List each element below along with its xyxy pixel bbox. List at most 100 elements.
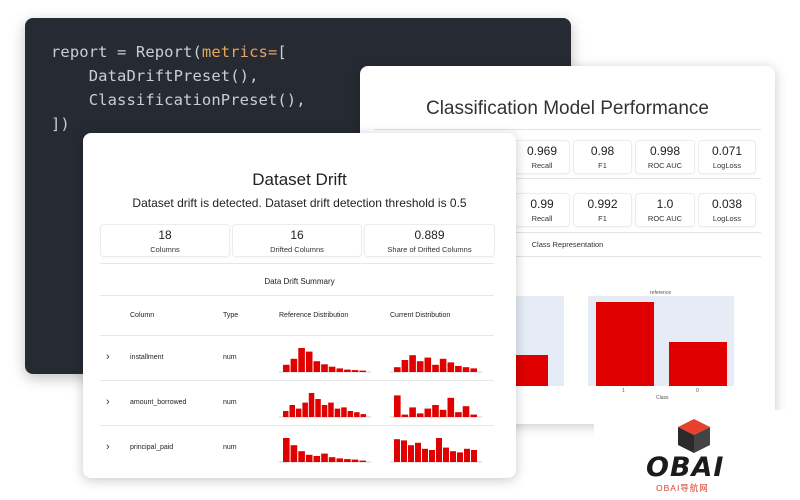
histogram-bar [283,364,290,372]
current-distribution-chart [390,345,482,373]
metric-recall-reference: 0.99 Recall [515,194,569,226]
histogram-bar [347,411,354,417]
histogram-bar [289,405,295,417]
histogram-svg [390,395,482,418]
histogram-bar [305,351,313,372]
histogram-bar [283,411,289,417]
histogram-bar [302,402,308,417]
drift-title: Dataset Drift [252,170,347,189]
histogram-bar [344,369,351,372]
histogram-bar [471,450,477,462]
histogram-bar [424,408,432,417]
histogram-bar [341,407,347,417]
histogram-bar [447,397,455,417]
histogram-bar [416,413,424,417]
row-column-name: installment [130,354,164,361]
metric-recall-current: 0.969 Recall [515,141,569,173]
row-type: num [223,444,237,451]
header-current-distribution: Current Distribution [390,312,451,319]
reference-distribution-chart [279,390,371,418]
code-line-3: ClassificationPreset(), [51,91,306,109]
counter-share-drifted: 0.889 Share of Drifted Columns [365,225,494,256]
code-line-2: DataDriftPreset(), [51,67,259,85]
row-column-name: principal_paid [130,444,174,451]
watermark-subtext: OBAI导航网 [656,483,709,493]
histogram-bar [455,366,462,372]
histogram-bar [308,393,315,417]
histogram-bar [321,405,328,417]
expand-chevron-icon[interactable]: › [106,396,110,408]
divider [374,129,761,130]
metric-logloss-current: 0.071 LogLoss [699,141,755,173]
current-class-bar [515,355,548,386]
histogram-bar [401,414,409,417]
histogram-bar [334,408,341,417]
divider [100,263,494,264]
histogram-bar [328,366,336,372]
histogram-bar [359,460,366,462]
histogram-bar [424,357,432,372]
histogram-svg [390,438,482,463]
histogram-bar [415,442,421,462]
histogram-bar [295,408,302,417]
reference-tick-0: 0 [696,388,699,394]
histogram-bar [328,402,334,417]
expand-chevron-icon[interactable]: › [106,441,110,453]
histogram-bar [328,457,336,462]
histogram-bar [409,407,416,417]
histogram-bar [394,439,400,462]
classification-title: Classification Model Performance [425,98,709,119]
divider [100,295,494,296]
histogram-bar [336,368,344,372]
cube-logo-icon [678,419,710,453]
histogram-bar [290,445,298,462]
reference-tick-1: 1 [622,388,625,394]
reference-class-bar [669,342,727,386]
histogram-bar [455,412,462,417]
histogram-bar [394,395,401,417]
metric-rocauc-current: 0.998 ROC AUC [636,141,694,173]
divider [100,335,494,336]
histogram-bar [283,438,290,462]
histogram-bar [447,362,455,372]
expand-chevron-icon[interactable]: › [106,351,110,363]
histogram-bar [439,358,447,372]
histogram-bar [298,451,305,462]
histogram-bar [443,447,449,462]
histogram-bar [354,412,360,417]
histogram-bar [432,405,439,417]
reference-xlabel: Class [656,395,669,401]
reference-distribution-chart [279,435,371,463]
histogram-bar [321,364,328,372]
histogram-bar [401,360,409,372]
metric-f1-reference: 0.992 F1 [574,194,631,226]
histogram-bar [313,361,321,372]
watermark-logo-text: OBAI [646,452,725,483]
dataset-drift-card: Dataset Drift Dataset drift is detected.… [83,133,516,478]
histogram-bar [439,409,447,417]
reference-distribution-chart [279,345,371,373]
histogram-bar [290,358,298,372]
histogram-svg [279,393,371,418]
histogram-bar [360,414,366,417]
metric-rocauc-reference: 1.0 ROC AUC [636,194,694,226]
histogram-bar [351,370,359,372]
histogram-bar [401,440,407,462]
counter-drifted-columns: 16 Drifted Columns [233,225,361,256]
header-column: Column [130,312,155,319]
row-type: num [223,399,237,406]
histogram-bar [336,458,344,462]
histogram-bar [470,368,477,372]
histogram-svg [390,355,482,373]
reference-class-plot [588,296,734,386]
current-distribution-chart [390,390,482,418]
row-column-name: amount_borrowed [130,399,187,406]
histogram-bar [429,450,435,462]
histogram-bar [436,438,442,462]
current-distribution-chart [390,435,482,463]
histogram-bar [298,348,305,372]
histogram-bar [457,452,463,462]
reference-class-bar [596,302,654,386]
histogram-bar [394,367,401,372]
histogram-bar [464,448,470,462]
